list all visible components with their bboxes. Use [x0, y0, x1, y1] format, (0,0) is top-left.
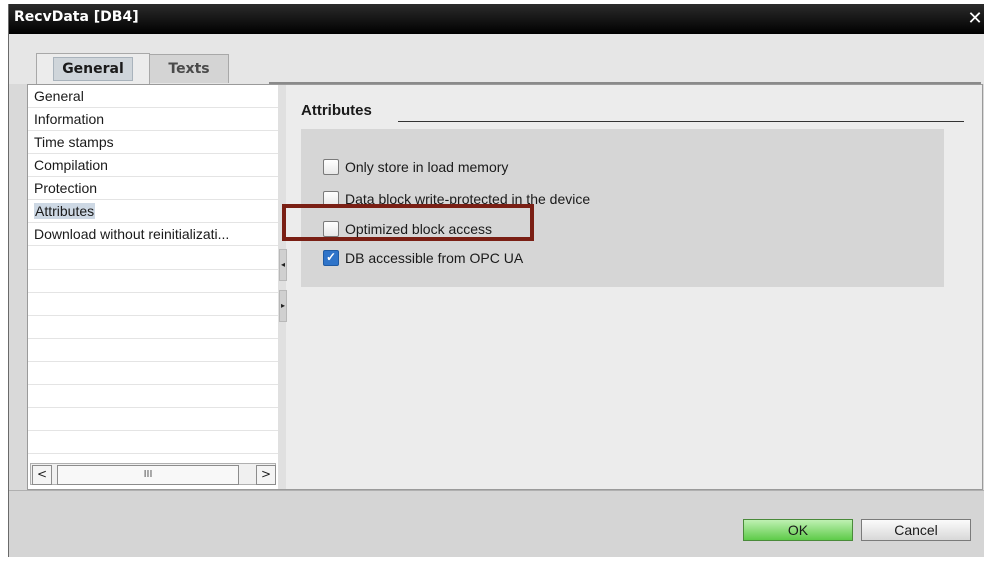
expand-right-arrow-icon[interactable]: ▸ — [279, 290, 287, 322]
tab-texts-label: Texts — [168, 61, 210, 77]
dialog-footer: OK Cancel — [9, 490, 984, 557]
nav-item-general[interactable]: General — [28, 85, 278, 108]
nav-item-label: Information — [34, 111, 105, 127]
nav-empty-row — [28, 338, 278, 362]
checkbox-icon[interactable] — [323, 159, 339, 176]
nav-empty-row — [28, 430, 278, 454]
attr-db-accessible-opc-ua[interactable]: ✓ DB accessible from OPC UA — [323, 248, 523, 268]
highlight-box — [282, 204, 534, 241]
nav-item-download-without-reinit[interactable]: Download without reinitializati... — [28, 223, 278, 246]
nav-item-label: Download without reinitializati... — [34, 226, 230, 242]
close-icon[interactable]: ✕ — [965, 8, 984, 30]
nav-empty-row — [28, 384, 278, 408]
nav-empty-row — [28, 361, 278, 385]
nav-item-attributes[interactable]: Attributes — [28, 200, 278, 223]
cancel-button[interactable]: Cancel — [861, 519, 971, 541]
checkmark-icon[interactable]: ✓ — [323, 250, 339, 267]
checkbox-label: Only store in load memory — [345, 159, 509, 175]
tab-texts[interactable]: Texts — [149, 54, 229, 83]
nav-item-information[interactable]: Information — [28, 108, 278, 131]
scroll-left-button[interactable]: < — [32, 465, 52, 485]
nav-item-label: Attributes — [34, 203, 96, 219]
content-area: General Information Time stamps Compilat… — [27, 84, 983, 490]
collapse-left-arrow-icon[interactable]: ◂ — [279, 249, 287, 281]
section-divider — [398, 121, 964, 122]
navigation-tree: General Information Time stamps Compilat… — [28, 85, 279, 489]
properties-dialog: RecvData [DB4] ✕ General Texts General I… — [8, 4, 984, 557]
nav-empty-row — [28, 269, 278, 293]
nav-item-label: Time stamps — [34, 134, 114, 150]
tab-general[interactable]: General — [36, 53, 150, 84]
nav-item-compilation[interactable]: Compilation — [28, 154, 278, 177]
horizontal-scrollbar[interactable]: < III > — [30, 463, 276, 485]
nav-empty-row — [28, 292, 278, 316]
checkbox-label: DB accessible from OPC UA — [345, 250, 524, 266]
nav-item-label: Protection — [34, 180, 98, 196]
nav-empty-row — [28, 407, 278, 431]
window-title: RecvData [DB4] — [14, 9, 139, 25]
nav-empty-row — [28, 246, 278, 270]
ok-button[interactable]: OK — [743, 519, 853, 541]
scroll-thumb[interactable]: III — [57, 465, 239, 485]
pane-splitter[interactable]: ◂ ▸ — [278, 85, 287, 489]
nav-item-label: General — [34, 88, 84, 104]
nav-empty-row — [28, 315, 278, 339]
nav-item-label: Compilation — [34, 157, 108, 173]
section-title: Attributes — [301, 102, 372, 119]
nav-item-protection[interactable]: Protection — [28, 177, 278, 200]
title-bar[interactable]: RecvData [DB4] ✕ — [9, 4, 984, 34]
tab-general-label: General — [53, 57, 133, 81]
tab-bar: General Texts — [9, 34, 984, 84]
nav-item-time-stamps[interactable]: Time stamps — [28, 131, 278, 154]
attr-only-store-in-load-memory[interactable]: Only store in load memory — [323, 157, 508, 177]
scroll-right-button[interactable]: > — [256, 465, 276, 485]
